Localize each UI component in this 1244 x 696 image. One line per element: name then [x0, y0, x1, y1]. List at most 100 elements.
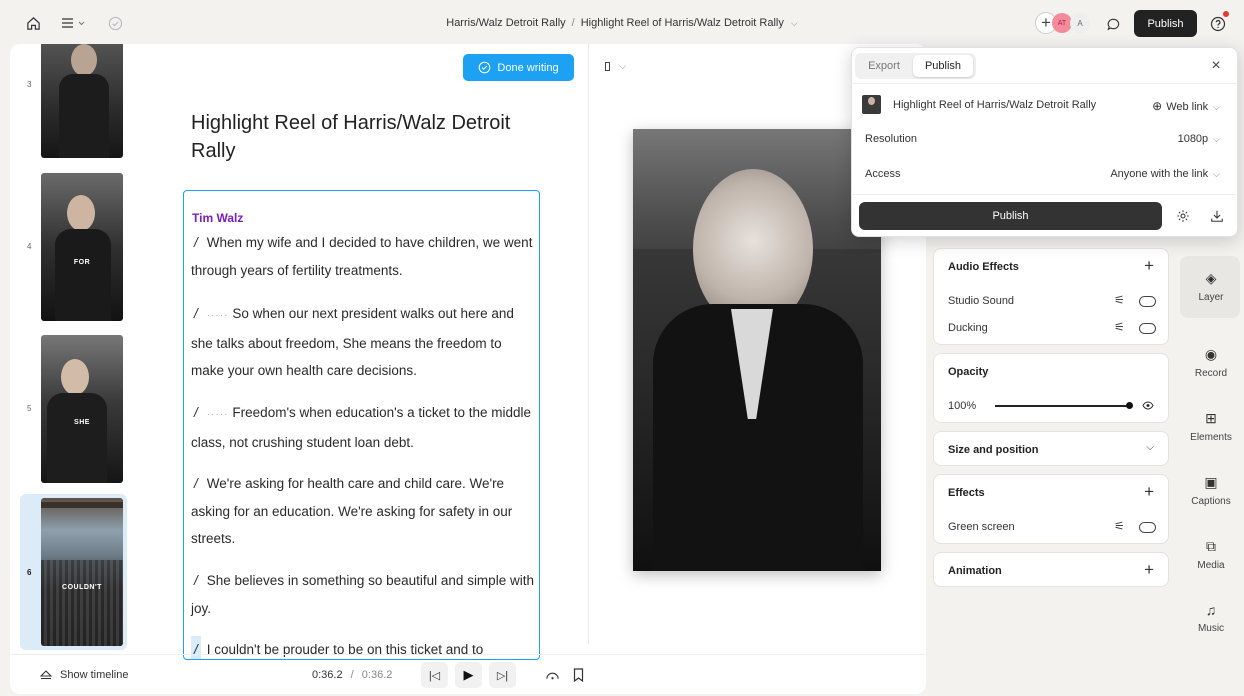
done-writing-button[interactable]: Done writing: [463, 54, 574, 81]
opacity-value[interactable]: 100%: [948, 400, 976, 412]
rail-item-record[interactable]: ◉ Record: [1181, 346, 1241, 379]
bookmark-icon[interactable]: [570, 666, 586, 684]
scene-thumbnail[interactable]: SHE: [41, 335, 123, 483]
divider: [851, 83, 1238, 84]
chevron-down-icon[interactable]: ⌵: [791, 18, 798, 28]
resolution-dropdown[interactable]: 1080p ⌵: [1178, 133, 1220, 145]
time-separator: /: [350, 669, 354, 681]
opacity-slider[interactable]: [995, 405, 1130, 407]
size-position-panel[interactable]: Size and position ⌵: [933, 431, 1169, 466]
done-writing-label: Done writing: [497, 61, 559, 74]
scene-thumbnail[interactable]: [41, 44, 123, 158]
resolution-label: Resolution: [865, 133, 917, 145]
divider: [851, 194, 1238, 195]
aspect-ratio-icon: [605, 61, 610, 71]
paragraph-text: She believes in something so beautiful a…: [191, 573, 534, 616]
panel-title: Effects: [948, 487, 985, 499]
panel-title: Opacity: [948, 366, 989, 378]
divider: [588, 44, 589, 644]
sliders-icon[interactable]: ⚟: [1114, 519, 1125, 533]
paragraph-text: When my wife and I decided to have child…: [191, 235, 533, 278]
settings-icon[interactable]: [1174, 207, 1191, 224]
green-screen-toggle[interactable]: [1139, 522, 1156, 533]
paragraph-text: So when our next president walks out her…: [191, 306, 514, 378]
current-time: 0:36.2: [312, 669, 343, 681]
speaker-label[interactable]: Tim Walz: [192, 211, 243, 225]
tab-export[interactable]: Export: [858, 55, 910, 77]
video-thumbnail: [862, 95, 881, 114]
scene-thumbnail[interactable]: COULDN'T: [41, 498, 123, 646]
scene-thumbnail[interactable]: FOR: [41, 173, 123, 321]
resolution-value: 1080p: [1177, 133, 1209, 145]
document-title[interactable]: Highlight Reel of Harris/Walz Detroit Ra…: [191, 109, 541, 165]
breadcrumb-separator: /: [571, 17, 575, 29]
person-figure: [59, 74, 109, 158]
opacity-slider-handle[interactable]: [1126, 402, 1133, 409]
caption-word: COULDN'T: [62, 584, 102, 591]
publish-button[interactable]: Publish: [1134, 10, 1197, 37]
aspect-ratio-dropdown[interactable]: ⌵: [605, 60, 626, 72]
add-audio-effect-button[interactable]: +: [1144, 256, 1154, 276]
ducking-toggle[interactable]: [1139, 323, 1156, 334]
close-icon[interactable]: ×: [1208, 57, 1224, 74]
breadcrumb-project[interactable]: Harris/Walz Detroit Rally: [446, 17, 565, 29]
scene-break-marker[interactable]: /: [191, 229, 201, 257]
link-type-dropdown[interactable]: ⊕ Web link ⌵: [1152, 99, 1220, 113]
rail-item-elements[interactable]: ⊞ Elements: [1181, 410, 1241, 443]
transcript-paragraph[interactable]: / We're asking for health care and child …: [191, 470, 535, 553]
avatar[interactable]: AT: [1052, 13, 1072, 33]
rail-label: Layer: [1198, 292, 1224, 303]
avatar[interactable]: A: [1070, 13, 1090, 33]
rail-item-captions[interactable]: ▣ Captions: [1181, 474, 1241, 507]
studio-sound-label: Studio Sound: [948, 295, 1015, 307]
transcript-editor[interactable]: Tim Walz / When my wife and I decided to …: [183, 190, 540, 660]
eye-icon[interactable]: [1141, 399, 1155, 411]
pause-marker: ·····: [206, 310, 229, 321]
sliders-icon[interactable]: ⚟: [1114, 320, 1125, 334]
media-icon: ⧉: [1206, 538, 1216, 554]
tab-publish[interactable]: Publish: [913, 55, 973, 77]
help-icon[interactable]: [1208, 14, 1228, 34]
transcript-paragraph[interactable]: / ····· So when our next president walks o…: [191, 300, 535, 385]
globe-icon: ⊕: [1152, 99, 1163, 113]
scene-break-marker[interactable]: /: [191, 567, 201, 595]
panel-title: Audio Effects: [948, 261, 1019, 273]
scene-break-marker[interactable]: /: [191, 300, 201, 328]
access-label: Access: [865, 168, 901, 180]
show-timeline-button[interactable]: Show timeline: [40, 669, 128, 681]
rail-label: Captions: [1191, 496, 1231, 507]
play-button[interactable]: ▶: [455, 662, 482, 688]
chevron-down-icon: ⌵: [1213, 134, 1220, 144]
scene-number: 3: [27, 80, 32, 89]
scene-break-marker[interactable]: /: [191, 470, 201, 498]
rail-label: Music: [1197, 623, 1225, 634]
transcript-paragraph[interactable]: / She believes in something so beautiful …: [191, 567, 535, 622]
animation-panel: Animation +: [933, 552, 1169, 587]
loop-icon[interactable]: [543, 666, 561, 684]
video-preview[interactable]: [633, 129, 881, 571]
transcript-paragraph[interactable]: / When my wife and I decided to have chil…: [191, 229, 535, 284]
skip-forward-icon: ▷|: [496, 669, 509, 682]
publish-confirm-button[interactable]: Publish: [859, 202, 1162, 230]
rail-item-music[interactable]: ♫ Music: [1181, 602, 1241, 634]
person-figure: [55, 229, 111, 321]
sliders-icon[interactable]: ⚟: [1114, 293, 1125, 307]
rail-item-media[interactable]: ⧉ Media: [1181, 538, 1241, 571]
chevron-down-icon[interactable]: ⌵: [1146, 442, 1154, 453]
eject-icon: [40, 670, 52, 680]
add-animation-button[interactable]: +: [1144, 560, 1154, 580]
opacity-panel: Opacity 100%: [933, 353, 1169, 423]
access-dropdown[interactable]: Anyone with the link ⌵: [1110, 168, 1220, 180]
skip-forward-button[interactable]: ▷|: [489, 662, 516, 688]
skip-back-button[interactable]: |◁: [421, 662, 448, 688]
studio-sound-toggle[interactable]: [1139, 296, 1156, 307]
scene-break-marker[interactable]: /: [191, 399, 201, 427]
add-effect-button[interactable]: +: [1144, 482, 1154, 502]
transcript-paragraph[interactable]: / ····· Freedom's when education's a ticke…: [191, 399, 535, 456]
comment-icon[interactable]: [1103, 14, 1123, 34]
total-time: 0:36.2: [361, 669, 393, 681]
breadcrumb-document[interactable]: Highlight Reel of Harris/Walz Detroit Ra…: [581, 17, 784, 29]
download-icon[interactable]: [1208, 207, 1225, 224]
audio-effects-panel: Audio Effects + Studio Sound ⚟ Ducking ⚟: [933, 248, 1169, 345]
rail-item-layer[interactable]: ◈ Layer: [1181, 270, 1241, 303]
